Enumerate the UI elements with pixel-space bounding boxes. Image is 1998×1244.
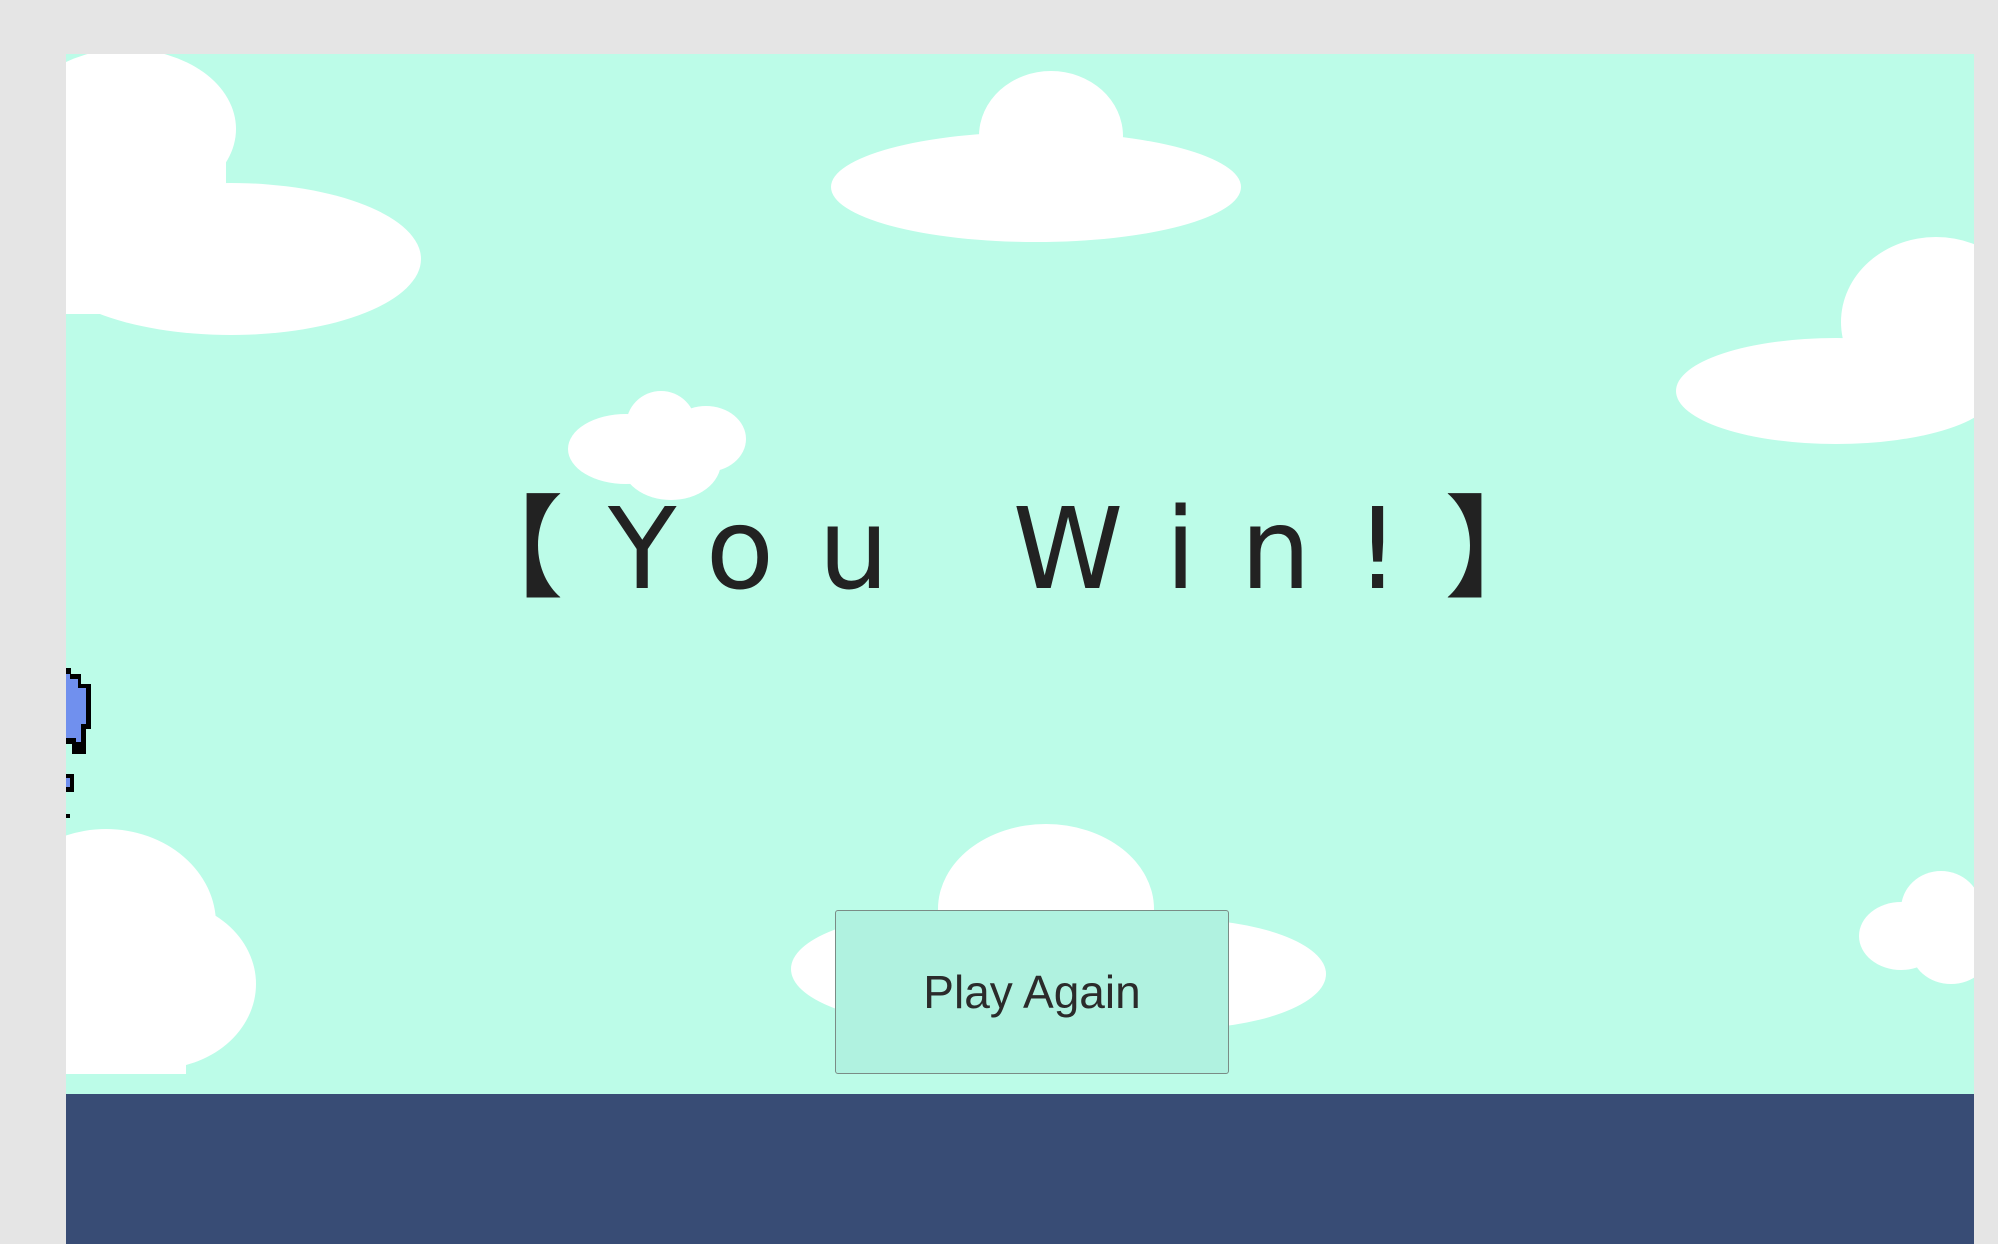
cloud [568, 391, 746, 500]
cloud [831, 71, 1241, 242]
player-character-sprite [66, 668, 91, 818]
cloud [66, 54, 421, 335]
play-again-button[interactable]: Play Again [835, 910, 1229, 1074]
cloud [1859, 871, 1986, 984]
cloud [66, 829, 256, 1074]
win-message: 【You Win!】 [452, 485, 1600, 615]
ground-floor [66, 1094, 1986, 1244]
frame-edge [1974, 54, 1986, 1244]
cloud [1676, 237, 1986, 444]
game-canvas[interactable]: 【You Win!】 Play Again [66, 54, 1986, 1244]
